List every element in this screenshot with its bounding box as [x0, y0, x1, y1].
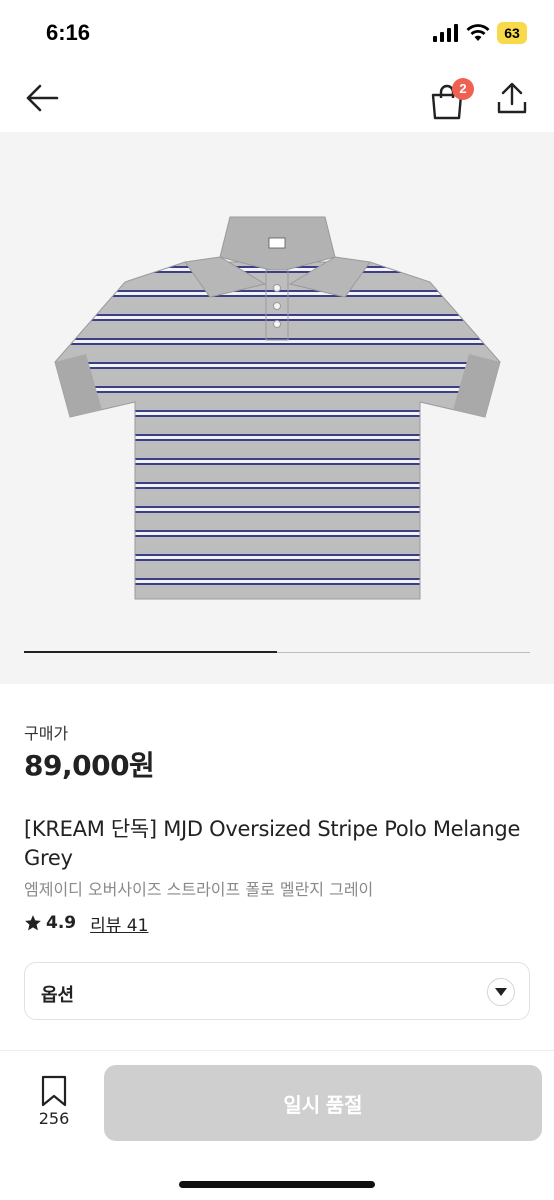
cart-count-badge: 2: [452, 78, 474, 100]
status-bar: 6:16 63: [0, 0, 554, 64]
option-label: 옵션: [41, 985, 75, 1006]
back-button[interactable]: [20, 76, 64, 120]
price-label: 구매가: [24, 724, 69, 743]
product-subtitle-korean: 엠제이디 오버사이즈 스트라이프 폴로 멜란지 그레이: [24, 880, 374, 899]
status-time: 6:16: [46, 20, 91, 45]
gallery-progress-fill: [24, 651, 277, 653]
bookmark-button[interactable]: 256: [28, 1075, 80, 1135]
bookmark-count: 256: [38, 1109, 70, 1128]
sold-out-button[interactable]: 일시 품절: [104, 1065, 542, 1141]
option-select[interactable]: 옵션: [24, 962, 530, 1020]
bottom-action-bar: 256 일시 품절: [0, 1050, 554, 1200]
star-icon: [25, 915, 41, 931]
product-title: [KREAM 단독] MJD Oversized Stripe Polo Mel…: [24, 817, 521, 870]
bookmark-icon: [41, 1075, 67, 1107]
product-image: [54, 216, 501, 600]
rating-value: 4.9: [46, 913, 77, 933]
cart-button[interactable]: 2: [424, 74, 474, 122]
cellular-signal-icon: [433, 24, 458, 42]
price-value: 89,000원: [24, 749, 155, 782]
product-image-gallery[interactable]: [0, 132, 554, 684]
share-icon: [497, 82, 527, 114]
battery-indicator: 63: [497, 22, 527, 44]
back-arrow-icon: [26, 84, 59, 112]
wifi-icon: [466, 24, 490, 41]
rating-row: 4.9 리뷰 41: [24, 910, 148, 936]
share-button[interactable]: [490, 76, 534, 120]
chevron-down-icon: [487, 978, 515, 1006]
top-nav: 2: [0, 64, 554, 132]
gallery-progress-bar: [24, 651, 530, 653]
home-indicator: [179, 1181, 375, 1188]
review-link[interactable]: 리뷰 41: [90, 911, 148, 936]
